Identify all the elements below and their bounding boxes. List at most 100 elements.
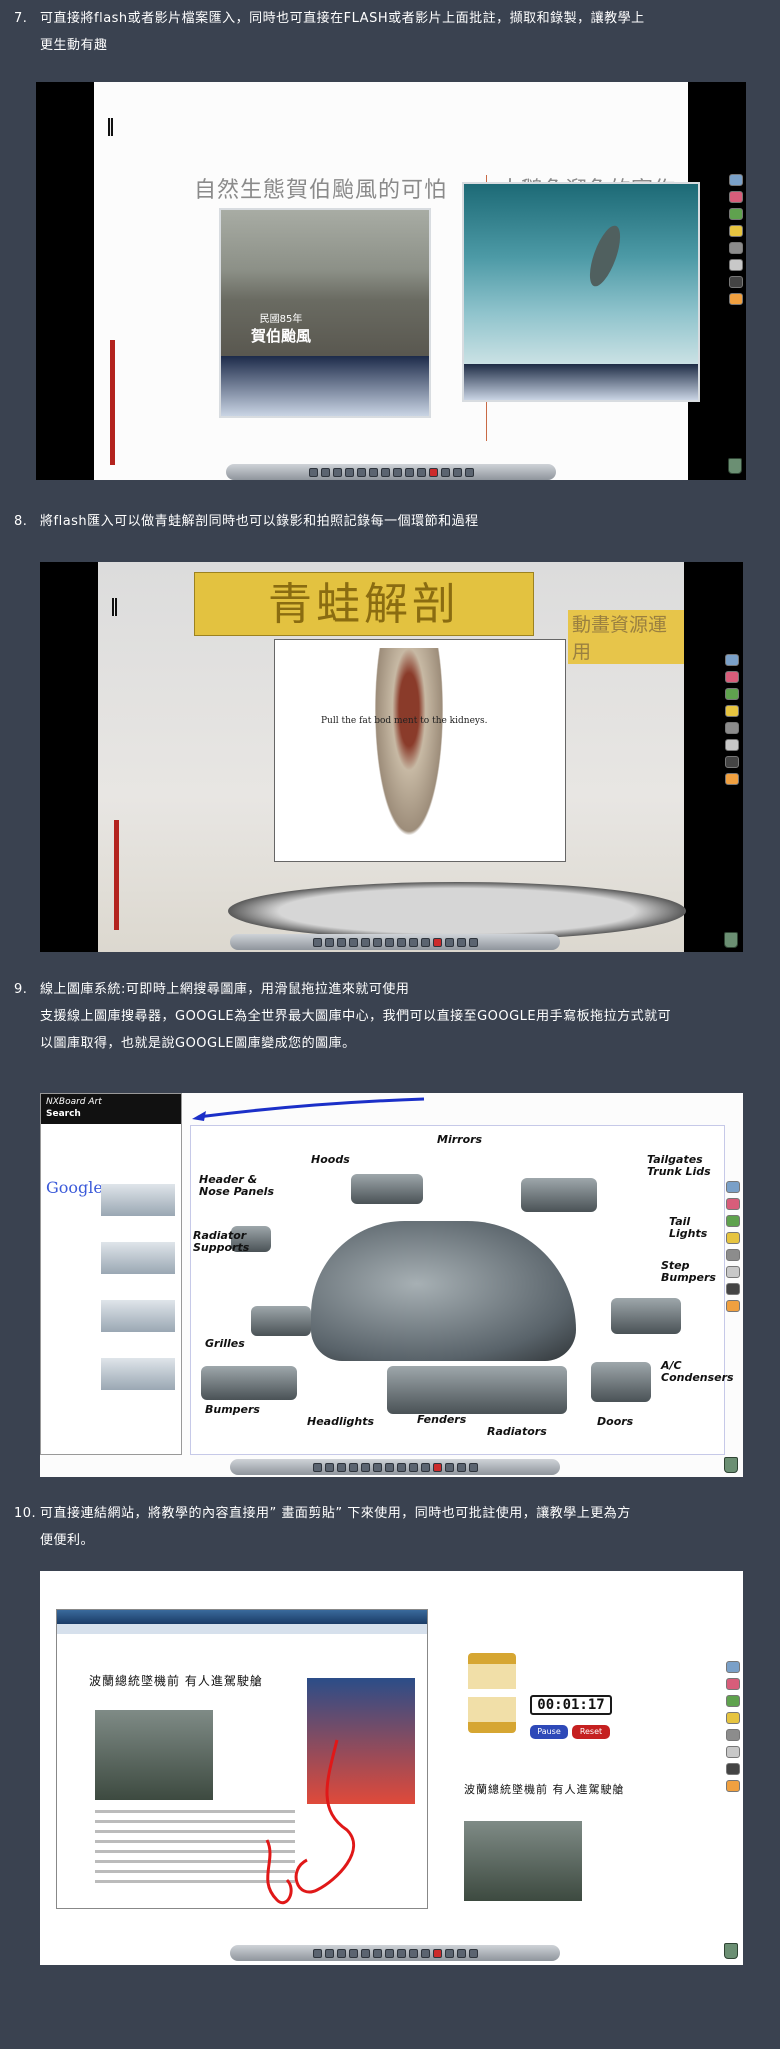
menu-handle-icon[interactable] — [112, 598, 117, 616]
tool-icon[interactable] — [456, 1948, 466, 1958]
tool-icon[interactable] — [324, 1462, 334, 1472]
search-tab[interactable]: Search — [46, 1109, 176, 1119]
pen-icon[interactable] — [726, 1661, 740, 1673]
tool-icon[interactable] — [360, 937, 370, 947]
tool-icon[interactable] — [444, 1462, 454, 1472]
menu-handle-icon[interactable] — [108, 118, 113, 136]
tool-icon[interactable] — [360, 1948, 370, 1958]
tool-icon[interactable] — [468, 1462, 478, 1472]
site-subnav[interactable] — [57, 1624, 427, 1634]
tool-icon[interactable] — [348, 1948, 358, 1958]
pen-icon[interactable] — [729, 174, 743, 186]
site-nav[interactable] — [57, 1610, 427, 1624]
highlighter-icon[interactable] — [729, 225, 743, 237]
side-toolbox[interactable] — [726, 174, 746, 305]
record-icon[interactable] — [432, 1948, 442, 1958]
tool-icon[interactable] — [312, 1948, 322, 1958]
tool-icon[interactable] — [372, 937, 382, 947]
fill-icon[interactable] — [726, 1780, 740, 1792]
tool-icon[interactable] — [368, 467, 378, 477]
tool-icon[interactable] — [312, 1462, 322, 1472]
pen-icon[interactable] — [725, 688, 739, 700]
highlighter-icon[interactable] — [726, 1232, 740, 1244]
shape-icon[interactable] — [726, 1266, 740, 1278]
tool-icon[interactable] — [348, 937, 358, 947]
tool-icon[interactable] — [416, 467, 426, 477]
tool-icon[interactable] — [392, 467, 402, 477]
news-webpage[interactable]: 波蘭總統墜機前 有人進駕駛艙 — [56, 1609, 428, 1909]
tool-icon[interactable] — [408, 937, 418, 947]
tool-icon[interactable] — [396, 1948, 406, 1958]
image-thumbnail[interactable] — [101, 1300, 175, 1332]
pen-icon[interactable] — [729, 208, 743, 220]
side-toolbox[interactable] — [723, 1181, 743, 1312]
tool-icon[interactable] — [348, 1462, 358, 1472]
tool-icon[interactable] — [396, 937, 406, 947]
tool-icon[interactable] — [336, 1462, 346, 1472]
image-thumbnail[interactable] — [101, 1184, 175, 1216]
tool-icon[interactable] — [332, 467, 342, 477]
pen-icon[interactable] — [729, 191, 743, 203]
tool-icon[interactable] — [336, 937, 346, 947]
tool-icon[interactable] — [408, 1948, 418, 1958]
eraser-icon[interactable] — [729, 242, 743, 254]
fill-icon[interactable] — [725, 773, 739, 785]
image-thumbnail[interactable] — [101, 1242, 175, 1274]
tool-icon[interactable] — [468, 937, 478, 947]
whiteboard-toolbar[interactable] — [230, 1459, 560, 1475]
eraser-icon[interactable] — [726, 1729, 740, 1741]
highlighter-icon[interactable] — [725, 705, 739, 717]
whiteboard-toolbar[interactable] — [230, 1945, 560, 1961]
trash-icon[interactable] — [724, 1943, 738, 1959]
pen-icon[interactable] — [726, 1198, 740, 1210]
tool-icon[interactable] — [464, 467, 474, 477]
line-icon[interactable] — [725, 756, 739, 768]
tool-icon[interactable] — [308, 467, 318, 477]
tool-icon[interactable] — [420, 1462, 430, 1472]
whiteboard-toolbar[interactable] — [230, 934, 560, 950]
line-icon[interactable] — [726, 1763, 740, 1775]
video-controls[interactable] — [464, 364, 698, 400]
fill-icon[interactable] — [729, 293, 743, 305]
tool-icon[interactable] — [360, 1462, 370, 1472]
video-controls[interactable] — [221, 356, 429, 416]
tool-icon[interactable] — [444, 937, 454, 947]
tool-icon[interactable] — [444, 1948, 454, 1958]
pen-icon[interactable] — [726, 1695, 740, 1707]
shape-icon[interactable] — [729, 259, 743, 271]
record-icon[interactable] — [432, 937, 442, 947]
pen-icon[interactable] — [726, 1215, 740, 1227]
tool-icon[interactable] — [380, 467, 390, 477]
record-icon[interactable] — [428, 467, 438, 477]
record-icon[interactable] — [432, 1462, 442, 1472]
pen-icon[interactable] — [726, 1678, 740, 1690]
tool-icon[interactable] — [384, 937, 394, 947]
tool-icon[interactable] — [384, 1462, 394, 1472]
tool-icon[interactable] — [456, 937, 466, 947]
line-icon[interactable] — [729, 276, 743, 288]
pen-icon[interactable] — [726, 1181, 740, 1193]
tool-icon[interactable] — [408, 1462, 418, 1472]
eraser-icon[interactable] — [726, 1249, 740, 1261]
trash-icon[interactable] — [728, 458, 742, 474]
image-thumbnail[interactable] — [101, 1358, 175, 1390]
tool-icon[interactable] — [420, 937, 430, 947]
tool-icon[interactable] — [336, 1948, 346, 1958]
tool-icon[interactable] — [372, 1462, 382, 1472]
tool-icon[interactable] — [404, 467, 414, 477]
side-toolbox[interactable] — [723, 1661, 743, 1792]
tool-icon[interactable] — [452, 467, 462, 477]
shape-icon[interactable] — [725, 739, 739, 751]
tool-icon[interactable] — [468, 1948, 478, 1958]
pen-icon[interactable] — [725, 671, 739, 683]
side-toolbox[interactable] — [722, 654, 742, 785]
fill-icon[interactable] — [726, 1300, 740, 1312]
tool-icon[interactable] — [384, 1948, 394, 1958]
reset-button[interactable]: Reset — [572, 1725, 610, 1739]
trash-icon[interactable] — [724, 932, 738, 948]
tool-icon[interactable] — [396, 1462, 406, 1472]
video-player[interactable] — [462, 182, 700, 402]
line-icon[interactable] — [726, 1283, 740, 1295]
flash-panel[interactable]: Pull the fat bod ment to the kidneys. — [274, 639, 566, 862]
tool-icon[interactable] — [324, 1948, 334, 1958]
